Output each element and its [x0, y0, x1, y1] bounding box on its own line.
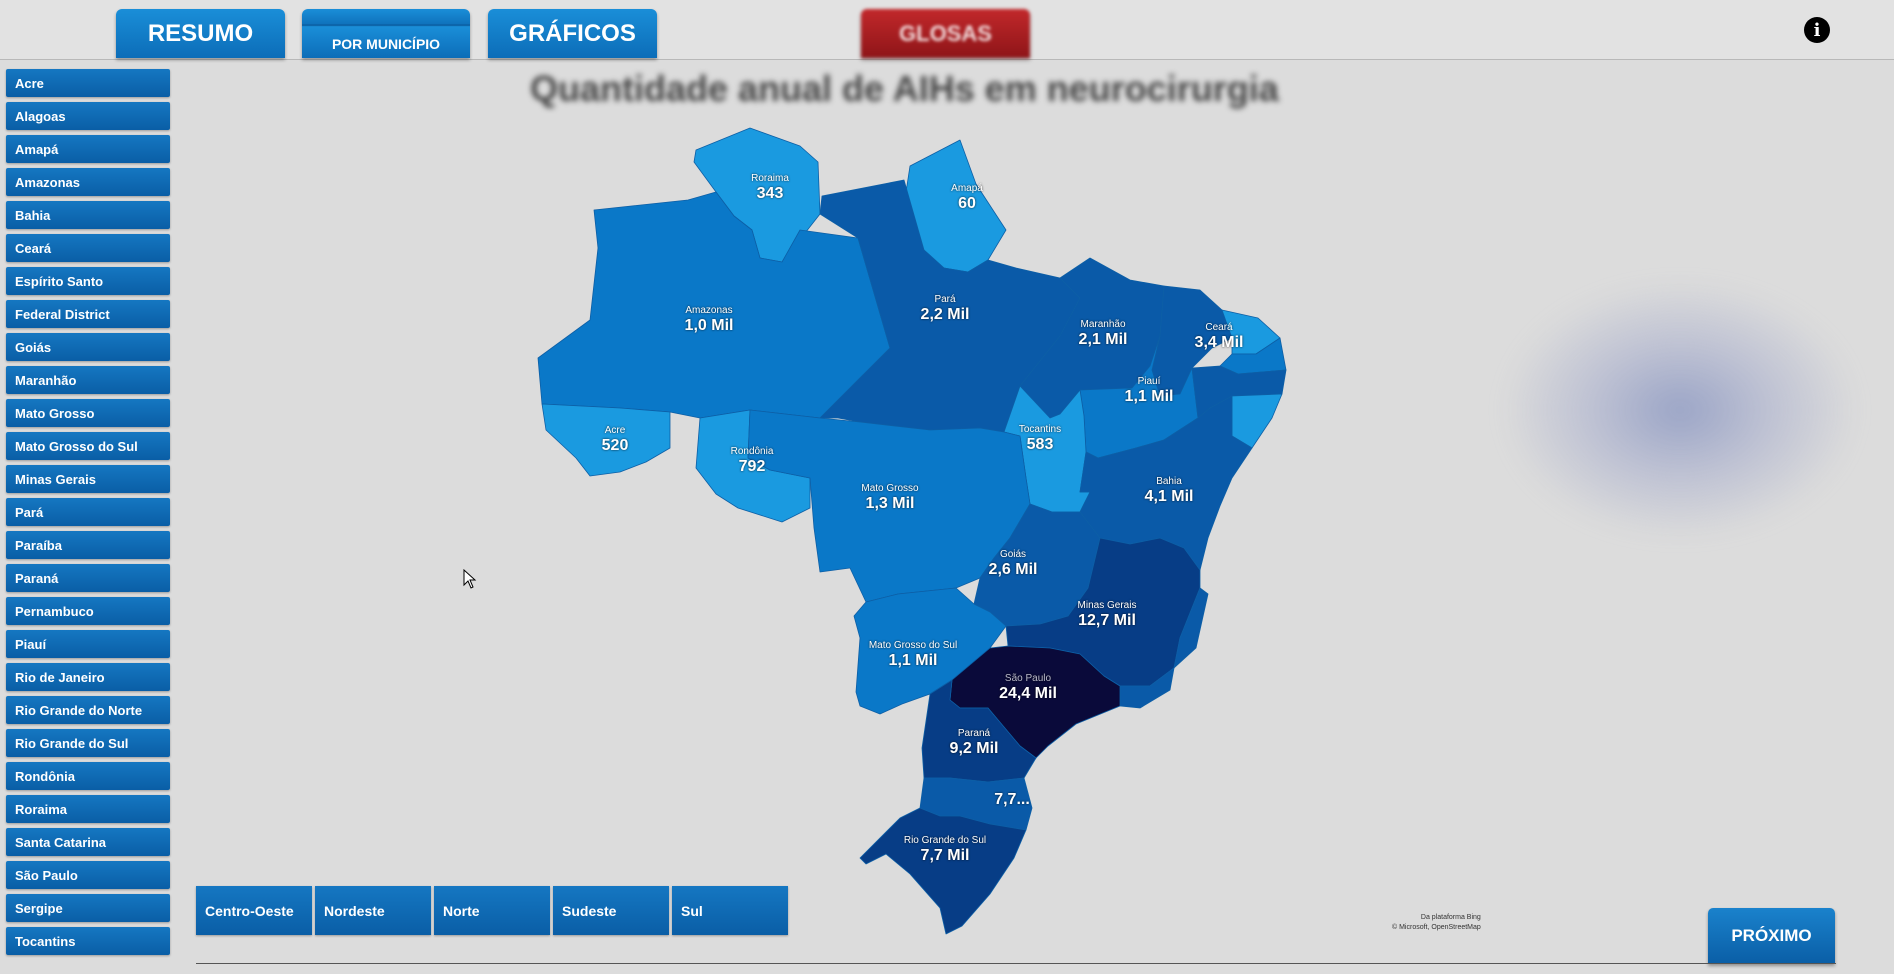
map-title: Quantidade anual de AIHs em neurocirurgi…: [530, 68, 1279, 109]
state-button[interactable]: São Paulo: [6, 861, 170, 889]
state-button[interactable]: Sergipe: [6, 894, 170, 922]
divider: [196, 963, 1836, 964]
blurred-visual: [1500, 280, 1860, 540]
map-label-acre: Acre 520: [601, 425, 629, 454]
region-button-centro-oeste[interactable]: Centro-Oeste: [196, 886, 312, 935]
state-button[interactable]: Piauí: [6, 630, 170, 658]
info-icon[interactable]: i: [1804, 17, 1830, 43]
state-button[interactable]: Rio de Janeiro: [6, 663, 170, 691]
region-button-nordeste[interactable]: Nordeste: [315, 886, 431, 935]
region-button-sul[interactable]: Sul: [672, 886, 788, 935]
state-filter-list: Acre Alagoas Amapá Amazonas Bahia Ceará …: [6, 69, 170, 960]
map-label-minas-gerais: Minas Gerais 12,7 Mil: [1077, 600, 1137, 629]
state-button[interactable]: Goiás: [6, 333, 170, 361]
region-button-norte[interactable]: Norte: [434, 886, 550, 935]
state-button[interactable]: Paraíba: [6, 531, 170, 559]
attribution-line: Da plataforma Bing: [1420, 914, 1481, 921]
map-label-mato-grosso: Mato Grosso 1,3 Mil: [861, 483, 919, 512]
tab-por-municipio[interactable]: POR MUNICÍPIO: [302, 9, 470, 58]
map-state-alagoas-sergipe[interactable]: [1231, 393, 1283, 449]
state-button[interactable]: Minas Gerais: [6, 465, 170, 493]
map-label-amazonas: Amazonas 1,0 Mil: [684, 305, 734, 334]
tab-glosas[interactable]: GLOSAS: [861, 9, 1030, 58]
map-label-maranhao: Maranhão 2,1 Mil: [1078, 319, 1128, 348]
map-label-tocantins: Tocantins 583: [1018, 424, 1062, 453]
state-button[interactable]: Acre: [6, 69, 170, 97]
mouse-cursor-icon: [463, 569, 477, 589]
map-state-rio-grande-do-sul[interactable]: [859, 807, 1027, 935]
map-label-sao-paulo: São Paulo 24,4 Mil: [999, 673, 1057, 702]
state-button[interactable]: Santa Catarina: [6, 828, 170, 856]
state-button[interactable]: Amazonas: [6, 168, 170, 196]
state-button[interactable]: Tocantins: [6, 927, 170, 955]
state-button[interactable]: Rio Grande do Norte: [6, 696, 170, 724]
map-label-goias: Goiás 2,6 Mil: [988, 549, 1038, 578]
map-label-rio-grande-do-sul: Rio Grande do Sul 7,7 Mil: [903, 835, 987, 864]
map-label-rondonia: Rondônia 792: [730, 446, 774, 475]
tab-graficos[interactable]: GRÁFICOS: [488, 9, 657, 58]
state-button[interactable]: Ceará: [6, 234, 170, 262]
state-button[interactable]: Alagoas: [6, 102, 170, 130]
state-button[interactable]: Pará: [6, 498, 170, 526]
map-label-bahia: Bahia 4,1 Mil: [1144, 476, 1194, 505]
state-button[interactable]: Rondônia: [6, 762, 170, 790]
brazil-map[interactable]: [520, 118, 1320, 938]
state-button[interactable]: Federal District: [6, 300, 170, 328]
state-button[interactable]: Maranhão: [6, 366, 170, 394]
state-button[interactable]: Mato Grosso do Sul: [6, 432, 170, 460]
state-button[interactable]: Espírito Santo: [6, 267, 170, 295]
map-label-para: Pará 2,2 Mil: [920, 294, 970, 323]
region-filter-bar: Centro-Oeste Nordeste Norte Sudeste Sul: [196, 886, 791, 935]
state-button[interactable]: Paraná: [6, 564, 170, 592]
map-label-amapa: Amapá 60: [951, 183, 983, 212]
map-label-parana: Paraná 9,2 Mil: [949, 728, 999, 757]
state-button[interactable]: Mato Grosso: [6, 399, 170, 427]
state-button[interactable]: Amapá: [6, 135, 170, 163]
tab-resumo[interactable]: RESUMO: [116, 9, 285, 58]
map-label-ceara: Ceará 3,4 Mil: [1194, 322, 1244, 351]
region-button-sudeste[interactable]: Sudeste: [553, 886, 669, 935]
map-label-roraima: Roraima 343: [751, 173, 789, 202]
next-button[interactable]: PRÓXIMO: [1708, 908, 1835, 964]
state-button[interactable]: Bahia: [6, 201, 170, 229]
map-attribution: Da plataforma Bing © Microsoft, OpenStre…: [1392, 913, 1481, 933]
state-button[interactable]: Roraima: [6, 795, 170, 823]
map-label-piaui: Piauí 1,1 Mil: [1124, 376, 1174, 405]
attribution-line: © Microsoft, OpenStreetMap: [1392, 924, 1481, 931]
map-label-santa-catarina: 7,7...: [994, 791, 1030, 808]
state-button[interactable]: Rio Grande do Sul: [6, 729, 170, 757]
map-label-mato-grosso-do-sul: Mato Grosso do Sul 1,1 Mil: [868, 640, 958, 669]
state-button[interactable]: Pernambuco: [6, 597, 170, 625]
